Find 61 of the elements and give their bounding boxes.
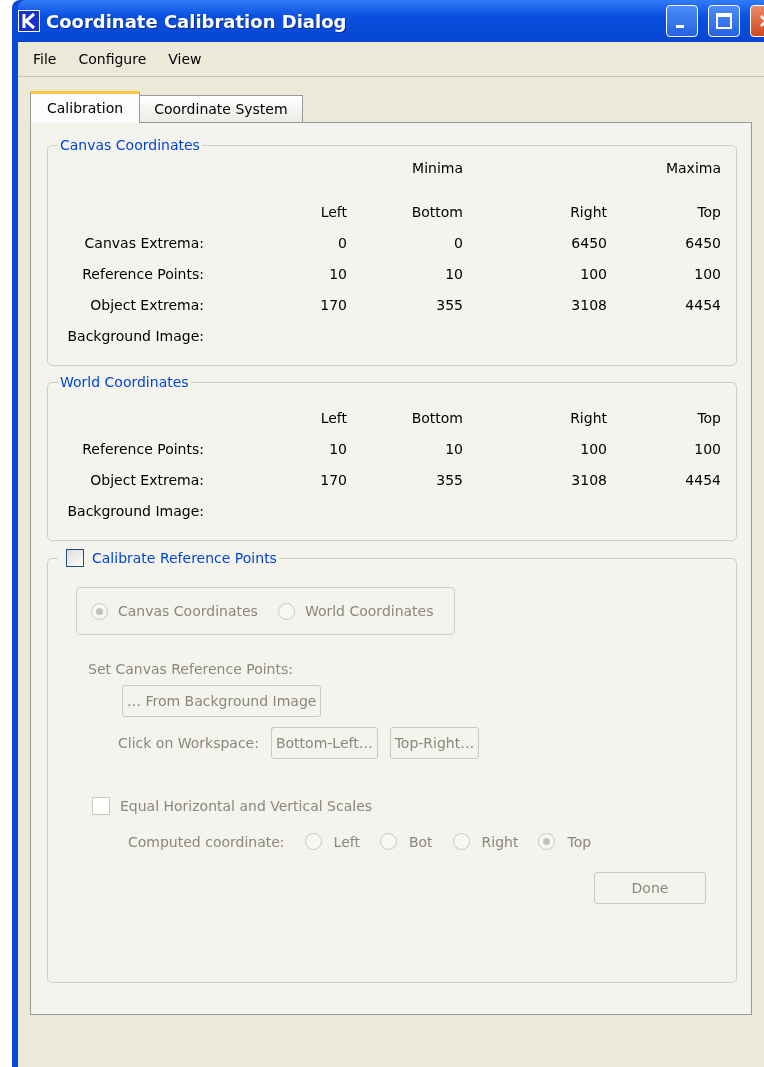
window-title: Coordinate Calibration Dialog: [46, 10, 348, 32]
table-cell-text: 100: [693, 440, 721, 457]
minimize-button[interactable]: [666, 5, 698, 37]
row-label: Object Extrema:: [89, 471, 204, 488]
column-group-header: Maxima: [664, 160, 721, 178]
section-label: Set Canvas Reference Points:: [88, 661, 294, 677]
column-group-header: Minima: [411, 160, 463, 178]
table-cell-text: 100: [579, 265, 607, 282]
menu-item[interactable]: View: [157, 51, 213, 67]
table-cell-text: 170: [319, 296, 347, 313]
radio-label: Left: [333, 833, 360, 850]
column-header: Bottom: [410, 409, 463, 426]
column-header: Top: [696, 409, 721, 426]
radio-label: Canvas Coordinates: [118, 603, 258, 619]
row-label: Reference Points:: [81, 265, 204, 282]
menu-item[interactable]: Configure: [67, 51, 158, 67]
computed-label: Computed coordinate:: [128, 833, 285, 850]
app-logo-icon: [18, 10, 40, 32]
table-cell-text: 355: [435, 296, 463, 313]
checkbox-label: Equal Horizontal and Vertical Scales: [120, 798, 373, 814]
tab[interactable]: Coordinate System: [139, 95, 303, 122]
table-cell-text: 10: [328, 440, 347, 457]
column-header: Right: [569, 409, 607, 426]
maximize-icon: [715, 12, 733, 30]
table-cell-text: 6450: [570, 234, 607, 251]
table-cell-text: 10: [444, 440, 463, 457]
column-header: Bottom: [410, 203, 463, 220]
group-title: World Coordinates: [59, 374, 190, 390]
minimize-icon: [676, 24, 684, 28]
checkbox-label: Calibrate Reference Points: [92, 550, 277, 566]
row-label: Object Extrema:: [89, 296, 204, 313]
table-cell-text: 4454: [684, 296, 721, 313]
radio-label: Top: [567, 833, 592, 850]
radio-label: Right: [481, 833, 519, 850]
column-header: Top: [696, 203, 721, 220]
table-cell-text: 0: [337, 234, 347, 251]
table-cell-text: 355: [435, 471, 463, 488]
table-cell-text: 170: [319, 471, 347, 488]
row-label: Canvas Extrema:: [83, 234, 204, 251]
table-cell-text: 3108: [570, 296, 607, 313]
radio-label: Bot: [408, 833, 433, 850]
table-cell-text: 10: [444, 265, 463, 282]
maximize-button[interactable]: [708, 5, 740, 37]
row-label: Background Image:: [66, 327, 204, 344]
table-cell-text: 0: [453, 234, 463, 251]
table-cell-text: 4454: [684, 471, 721, 488]
table-cell-text: 6450: [684, 234, 721, 251]
column-header: Left: [319, 409, 347, 426]
tab[interactable]: Calibration: [30, 91, 141, 123]
table-cell-text: 100: [693, 265, 721, 282]
group-title: Canvas Coordinates: [59, 137, 201, 153]
row-label: Background Image:: [66, 502, 204, 519]
column-header: Left: [319, 203, 347, 220]
radio-label: World Coordinates: [304, 603, 434, 619]
menu-item[interactable]: File: [22, 51, 68, 67]
table-cell-text: 100: [579, 440, 607, 457]
row-label: Reference Points:: [81, 440, 204, 457]
table-cell-text: 3108: [570, 471, 607, 488]
table-cell-text: 10: [328, 265, 347, 282]
column-header: Right: [569, 203, 607, 220]
workspace-label: Click on Workspace:: [118, 735, 259, 751]
